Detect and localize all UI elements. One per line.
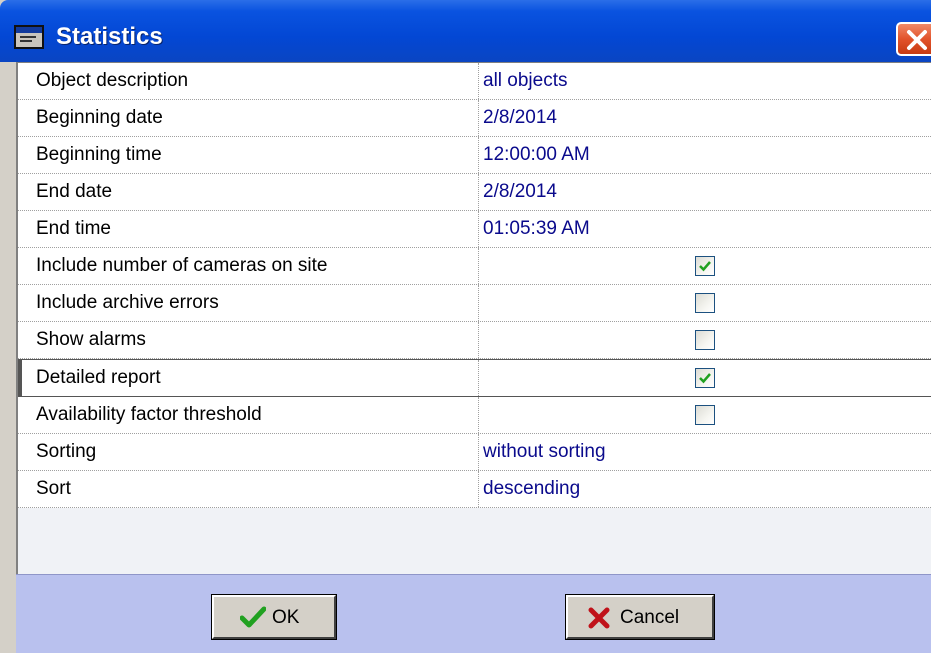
property-label: Sort [36, 478, 71, 499]
x-mark-icon [588, 607, 610, 629]
property-checkbox[interactable] [695, 256, 715, 276]
property-value[interactable]: 12:00:00 AM [483, 137, 590, 173]
property-row[interactable]: Sort descending [18, 471, 931, 508]
window-title: Statistics [56, 23, 163, 50]
property-row[interactable]: Availability factor threshold [18, 397, 931, 434]
checkmark-icon [240, 606, 266, 628]
cancel-button-label: Cancel [620, 607, 680, 628]
property-grid-area: Object description all objects Beginning d… [16, 62, 931, 577]
property-row[interactable]: Beginning date 2/8/2014 [18, 100, 931, 137]
column-divider [478, 397, 479, 433]
property-row[interactable]: End date 2/8/2014 [18, 174, 931, 211]
property-grid: Object description all objects Beginning d… [18, 63, 931, 508]
property-label: Detailed report [36, 367, 161, 388]
column-divider [478, 248, 479, 284]
column-divider [478, 471, 479, 507]
column-divider [478, 434, 479, 470]
property-label: Beginning date [36, 107, 163, 128]
property-row[interactable]: Include number of cameras on site [18, 248, 931, 285]
property-label: Include archive errors [36, 292, 219, 313]
statistics-dialog: Statistics Object description all objects… [0, 0, 931, 653]
close-button[interactable] [896, 22, 931, 56]
property-checkbox[interactable] [695, 330, 715, 350]
property-label: Beginning time [36, 144, 162, 165]
column-divider [478, 174, 479, 210]
property-label: Show alarms [36, 329, 146, 350]
property-row[interactable]: Sorting without sorting [18, 434, 931, 471]
property-label: End date [36, 181, 113, 202]
ok-button[interactable]: OK [211, 594, 337, 640]
property-row[interactable]: Beginning time 12:00:00 AM [18, 137, 931, 174]
property-value[interactable]: all objects [483, 63, 568, 99]
property-label: Availability factor threshold [36, 404, 262, 425]
property-row[interactable]: Object description all objects [18, 63, 931, 100]
window-icon [14, 25, 44, 49]
property-checkbox[interactable] [695, 293, 715, 313]
property-label: Include number of cameras on site [36, 255, 328, 276]
title-bar[interactable]: Statistics [0, 0, 931, 62]
checkmark-icon [699, 373, 711, 384]
column-divider [478, 137, 479, 173]
property-label: Object description [36, 70, 189, 91]
property-value[interactable]: descending [483, 471, 580, 507]
property-row[interactable]: End time 01:05:39 AM [18, 211, 931, 248]
property-value[interactable]: 2/8/2014 [483, 174, 557, 210]
property-value[interactable]: 01:05:39 AM [483, 211, 590, 247]
property-label: Sorting [36, 441, 97, 462]
checkmark-icon [699, 261, 711, 272]
row-selection-indicator [18, 360, 22, 396]
column-divider [478, 100, 479, 136]
column-divider [478, 63, 479, 99]
property-row[interactable]: Show alarms [18, 322, 931, 359]
property-row[interactable]: Detailed report [18, 359, 931, 397]
cancel-button[interactable]: Cancel [565, 594, 715, 640]
property-checkbox[interactable] [695, 405, 715, 425]
column-divider [478, 285, 479, 321]
ok-button-label: OK [272, 607, 300, 628]
property-value[interactable]: without sorting [483, 434, 606, 470]
property-checkbox[interactable] [695, 368, 715, 388]
column-divider [478, 360, 479, 396]
column-divider [478, 211, 479, 247]
button-bar: OK Cancel [16, 574, 931, 653]
column-divider [478, 322, 479, 358]
property-value[interactable]: 2/8/2014 [483, 100, 557, 136]
property-row[interactable]: Include archive errors [18, 285, 931, 322]
close-icon [907, 30, 927, 50]
property-label: End time [36, 218, 111, 239]
